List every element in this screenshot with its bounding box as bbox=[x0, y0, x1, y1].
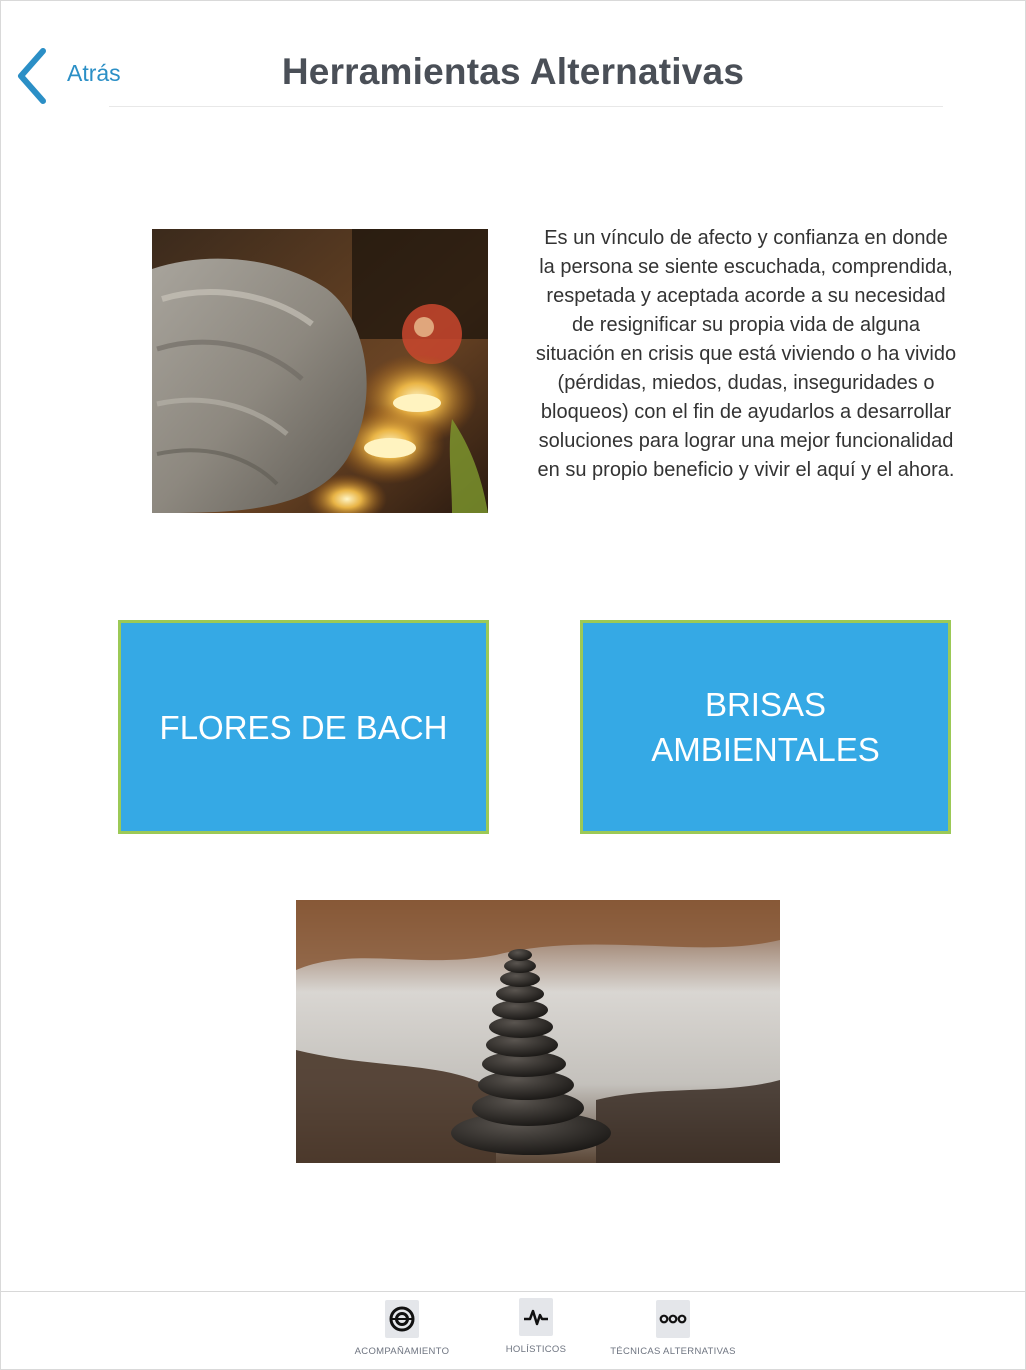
tab-label-tecnicas-alternativas: TÉCNICAS ALTERNATIVAS bbox=[610, 1346, 736, 1357]
tab-acompanamiento[interactable]: ACOMPAÑAMIENTO bbox=[353, 1300, 451, 1357]
title-divider bbox=[109, 106, 943, 107]
stacked-stones-photo bbox=[296, 900, 780, 1163]
page-title: Herramientas Alternativas bbox=[281, 51, 745, 92]
intro-description: Es un vínculo de afecto y confianza en d… bbox=[535, 227, 957, 481]
tab-tecnicas-alternativas[interactable]: TÉCNICAS ALTERNATIVAS bbox=[610, 1300, 736, 1357]
ring-icon bbox=[385, 1300, 419, 1338]
screen: Atrás Herramientas Alternativas Es un ví… bbox=[0, 0, 1026, 1370]
flores-de-bach-label: FLORES DE BACH bbox=[159, 708, 448, 746]
brisas-ambientales-button[interactable]: BRISAS AMBIENTALES bbox=[580, 620, 951, 834]
flores-de-bach-button[interactable]: FLORES DE BACH bbox=[118, 620, 489, 834]
tab-label-holisticos: HOLÍSTICOS bbox=[505, 1344, 567, 1355]
tab-label-acompanamiento: ACOMPAÑAMIENTO bbox=[354, 1346, 450, 1357]
tab-holisticos[interactable]: HOLÍSTICOS bbox=[501, 1298, 571, 1355]
brisas-ambientales-label: BRISAS AMBIENTALES bbox=[651, 686, 880, 768]
dots-icon bbox=[656, 1300, 690, 1338]
spa-towel-candles-photo bbox=[152, 229, 488, 513]
pulse-icon bbox=[519, 1298, 553, 1336]
bottom-tab-bar: ACOMPAÑAMIENTO HOLÍSTICOS TÉCNICAS ALTER… bbox=[1, 1291, 1025, 1369]
